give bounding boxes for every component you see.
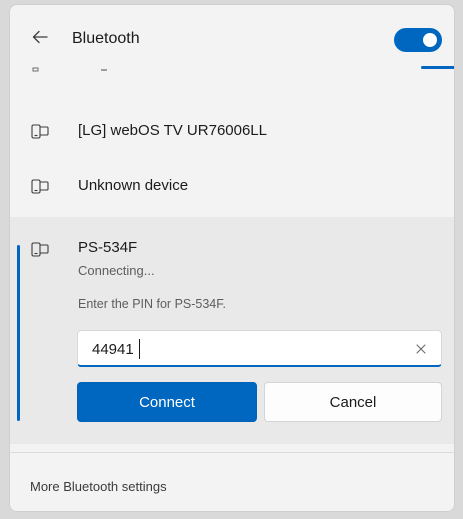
selection-indicator xyxy=(17,245,20,421)
device-icon xyxy=(31,179,49,194)
pin-prompt-label: Enter the PIN for PS-534F. xyxy=(78,297,226,311)
connect-button[interactable]: Connect xyxy=(77,382,257,422)
toggle-knob xyxy=(423,33,437,47)
bluetooth-flyout: Bluetooth [LG] webOS TV UR76006LL Unknow… xyxy=(9,4,455,512)
bluetooth-toggle[interactable] xyxy=(394,28,442,52)
arrow-left-icon xyxy=(32,30,48,44)
back-button[interactable] xyxy=(28,25,52,49)
flyout-footer: More Bluetooth settings xyxy=(10,452,454,511)
flyout-header: Bluetooth xyxy=(10,5,454,69)
device-name: [LG] webOS TV UR76006LL xyxy=(78,122,267,139)
pin-input[interactable] xyxy=(92,339,392,359)
more-bluetooth-settings-link[interactable]: More Bluetooth settings xyxy=(30,479,167,494)
device-name: PS-534F xyxy=(78,239,138,256)
device-item-unknown[interactable]: Unknown device xyxy=(10,156,454,216)
page-title: Bluetooth xyxy=(72,30,140,47)
device-item-ps-534f[interactable]: PS-534F Connecting... Enter the PIN for … xyxy=(10,217,454,444)
scrolled-off-item-fragment xyxy=(32,67,107,72)
connection-status: Connecting... xyxy=(78,263,155,278)
close-icon[interactable] xyxy=(414,342,428,356)
device-icon xyxy=(31,242,49,257)
device-item-lg-tv[interactable]: [LG] webOS TV UR76006LL xyxy=(10,101,454,161)
scroll-indicator[interactable] xyxy=(421,66,454,69)
cancel-button[interactable]: Cancel xyxy=(264,382,442,422)
device-name: Unknown device xyxy=(78,177,189,194)
pin-field[interactable] xyxy=(77,330,442,367)
text-caret xyxy=(139,339,140,359)
device-icon xyxy=(31,124,49,139)
